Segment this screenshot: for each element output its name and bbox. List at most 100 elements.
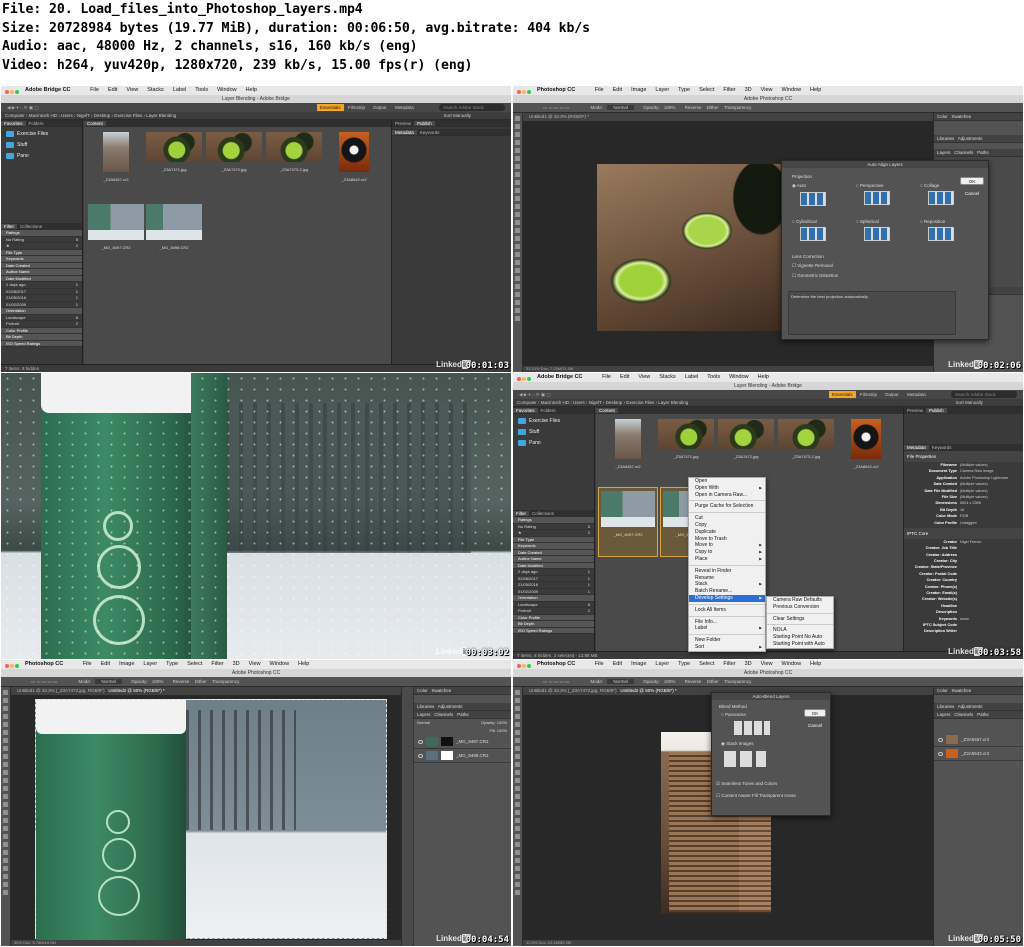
menu-item-file[interactable]: File bbox=[595, 87, 604, 93]
tab-metadata[interactable]: Metadata bbox=[904, 445, 929, 450]
context-menu-item[interactable]: Develop Settings bbox=[689, 594, 765, 602]
menu-item-file[interactable]: File bbox=[595, 661, 604, 667]
search-input[interactable]: Search Adobe Stock bbox=[951, 391, 1017, 398]
tab-filter[interactable]: Filter bbox=[1, 224, 17, 229]
menu-item-file[interactable]: File bbox=[83, 661, 92, 667]
submenu-item[interactable]: NOLA bbox=[767, 627, 833, 634]
context-menu-item[interactable]: Copy bbox=[689, 522, 765, 529]
opacity-field[interactable]: 100% bbox=[664, 105, 676, 110]
context-menu-item[interactable]: Rename bbox=[689, 575, 765, 582]
seamless-tones-check[interactable]: ☑ Seamless Tones and Colors bbox=[716, 781, 777, 787]
eye-icon[interactable] bbox=[938, 751, 943, 756]
projection-radio[interactable]: ◉ Auto bbox=[792, 183, 848, 189]
menu-item-help[interactable]: Help bbox=[758, 374, 769, 380]
reverse-check[interactable]: Reverse bbox=[173, 679, 190, 684]
menu-item-filter[interactable]: Filter bbox=[723, 661, 735, 667]
menu-item-view[interactable]: View bbox=[126, 87, 138, 93]
menu-item-edit[interactable]: Edit bbox=[613, 87, 622, 93]
menu-item-view[interactable]: View bbox=[638, 374, 650, 380]
toolbar[interactable] bbox=[513, 687, 523, 946]
submenu-item[interactable]: Starting Point with Auto bbox=[767, 641, 833, 648]
tab-content[interactable]: Content bbox=[596, 408, 618, 413]
panorama-radio[interactable]: ○ Panorama bbox=[721, 712, 746, 717]
menu-item-label[interactable]: Label bbox=[173, 87, 186, 93]
filter-header[interactable]: ISO Speed Ratings bbox=[1, 340, 82, 347]
folder-pano[interactable]: Pano bbox=[513, 438, 594, 449]
opacity-field[interactable]: 100% bbox=[664, 679, 676, 684]
menu-item-file[interactable]: File bbox=[602, 374, 611, 380]
menu-item-window[interactable]: Window bbox=[269, 661, 289, 667]
menu-item-3d[interactable]: 3D bbox=[233, 661, 240, 667]
thumbnail[interactable]: _Z3A7473-2.jpg bbox=[778, 419, 834, 459]
menu-item-type[interactable]: Type bbox=[678, 87, 690, 93]
context-menu-item[interactable]: Sort bbox=[689, 644, 765, 651]
workspace-output[interactable]: Output bbox=[885, 390, 899, 399]
breadcrumb-item[interactable]: Macintosh HD bbox=[541, 400, 569, 405]
context-menu-item[interactable]: Open in Camera Raw... bbox=[689, 492, 765, 499]
menu-item-tools[interactable]: Tools bbox=[195, 87, 208, 93]
menu-item-layer[interactable]: Layer bbox=[655, 87, 669, 93]
eye-icon[interactable] bbox=[938, 737, 943, 742]
menu-item-3d[interactable]: 3D bbox=[745, 87, 752, 93]
eye-icon[interactable] bbox=[418, 739, 423, 744]
context-menu-item[interactable]: Cut bbox=[689, 515, 765, 522]
menu-item-label[interactable]: Label bbox=[685, 374, 698, 380]
tab-metadata[interactable]: Metadata bbox=[392, 130, 417, 135]
submenu-item[interactable]: Previous Conversion bbox=[767, 604, 833, 611]
layer-row[interactable]: _Z3A8642.cr2 bbox=[934, 747, 1023, 761]
layer-row[interactable]: _MG_8498.CR2 bbox=[414, 749, 511, 763]
breadcrumb-item[interactable]: Layer Blending bbox=[146, 113, 176, 118]
vignette-removal-check[interactable]: ☐ Vignette Removal bbox=[792, 263, 833, 269]
menu-item-layer[interactable]: Layer bbox=[655, 661, 669, 667]
workspace-metadata[interactable]: Metadata bbox=[395, 103, 414, 112]
dither-check[interactable]: Dither bbox=[195, 679, 207, 684]
thumbnail[interactable]: _Z3A7471.jpg bbox=[658, 419, 714, 459]
ok-button[interactable]: OK bbox=[804, 709, 826, 717]
tab-folders[interactable]: Folders bbox=[26, 121, 47, 126]
breadcrumb-item[interactable]: Exercise Files bbox=[626, 400, 654, 405]
layer-row[interactable]: _MG_8497.CR2 bbox=[414, 735, 511, 749]
transparency-check[interactable]: Transparency bbox=[724, 105, 751, 110]
menu-item-window[interactable]: Window bbox=[781, 87, 801, 93]
content-aware-fill-check[interactable]: ☐ Content Aware Fill Transparent Areas bbox=[716, 793, 796, 799]
projection-radio[interactable]: ○ Perspective bbox=[856, 183, 912, 188]
menu-item-view[interactable]: View bbox=[761, 661, 773, 667]
breadcrumb-item[interactable]: Users bbox=[61, 113, 73, 118]
tab-publish[interactable]: Publish bbox=[926, 408, 947, 413]
mode-select[interactable]: Normal bbox=[95, 679, 122, 684]
tab-preview[interactable]: Preview bbox=[392, 121, 414, 126]
cancel-button[interactable]: Cancel bbox=[960, 189, 984, 197]
projection-radio[interactable]: ○ Reposition bbox=[920, 219, 976, 224]
thumbnail[interactable]: _MG_8498.CR2 bbox=[146, 204, 202, 250]
breadcrumb-item[interactable]: Users bbox=[573, 400, 585, 405]
workspace-metadata[interactable]: Metadata bbox=[907, 390, 926, 399]
menu-item-layer[interactable]: Layer bbox=[143, 661, 157, 667]
context-menu-item[interactable]: Purge Cache for Selection bbox=[689, 503, 765, 510]
context-menu-item[interactable]: Open With bbox=[689, 485, 765, 492]
transparency-check[interactable]: Transparency bbox=[212, 679, 239, 684]
menu-item-help[interactable]: Help bbox=[810, 87, 821, 93]
toolbar[interactable] bbox=[513, 113, 523, 372]
context-menu-item[interactable]: Open bbox=[689, 478, 765, 485]
thumbnail[interactable]: _Z3A7472.jpg bbox=[206, 132, 262, 172]
menu-item-edit[interactable]: Edit bbox=[620, 374, 629, 380]
folder-exercise-files[interactable]: Exercise Files bbox=[1, 129, 82, 140]
mode-select[interactable]: Normal bbox=[607, 105, 634, 110]
tab-collections[interactable]: Collections bbox=[17, 224, 45, 229]
context-menu-item[interactable]: Reveal in Finder bbox=[689, 568, 765, 575]
geometric-distortion-check[interactable]: ☐ Geometric Distortion bbox=[792, 273, 838, 279]
menu-item-type[interactable]: Type bbox=[166, 661, 178, 667]
reverse-check[interactable]: Reverse bbox=[685, 679, 702, 684]
menu-item-view[interactable]: View bbox=[761, 87, 773, 93]
projection-option[interactable]: ○ Reposition bbox=[920, 219, 976, 251]
filter-header[interactable]: ISO Speed Ratings bbox=[513, 627, 594, 634]
projection-radio[interactable]: ○ Spherical bbox=[856, 219, 912, 224]
tab-filter[interactable]: Filter bbox=[513, 511, 529, 516]
toolbar[interactable] bbox=[1, 687, 11, 946]
folder-stuff[interactable]: Stuff bbox=[1, 140, 82, 151]
document-tab[interactable]: Untitled1 @ 33.3% (RGB/8*) * bbox=[523, 113, 933, 121]
workspace-essentials[interactable]: Essentials bbox=[829, 391, 856, 398]
menu-item-stacks[interactable]: Stacks bbox=[147, 87, 164, 93]
tab-favorites[interactable]: Favorites bbox=[1, 121, 26, 126]
menu-item-select[interactable]: Select bbox=[699, 661, 714, 667]
